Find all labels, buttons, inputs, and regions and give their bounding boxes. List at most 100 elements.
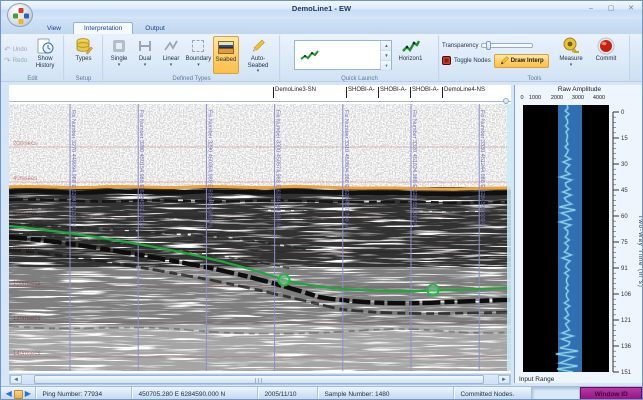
ribbon-button-single[interactable]: Single▾ [106,36,132,74]
draw-interp-button[interactable]: Draw Interp [494,54,549,68]
svg-text:Fix Number 3310 450804.988 E: Fix Number 3310 450804.988 E 6284590.700… [343,110,349,227]
ribbon-button-linear[interactable]: Linear▾ [158,36,184,74]
ribbon-button-auto-seabed[interactable]: Auto-Seabed▾ [239,36,277,74]
marker-tick [346,87,347,98]
title-bar: DemoLine1 - EW – ▢ ✕ [1,1,642,19]
svg-text:Fix Number 3270 449994.988 E: Fix Number 3270 449994.988 E 6284591.300… [70,110,76,227]
ribbon-group-edit: ↶ Undo ↷ Redo Show History Edit [2,35,64,81]
redo-button[interactable]: ↷ Redo [4,57,27,65]
scroll-right-icon[interactable]: ► [498,375,510,384]
ribbon-button-seabed[interactable]: Seabed [213,36,239,74]
crossing-line-marker[interactable]: DemoLine3-SN [273,87,316,98]
tab-view[interactable]: View [37,23,71,34]
scroll-left-icon[interactable]: ◄ [10,375,22,384]
measure-tape-icon [562,37,580,55]
status-empty-field [531,387,580,400]
show-history-button[interactable]: Show History [29,36,61,74]
marker-label: DemoLine4-NS [444,87,485,94]
gallery-up-icon[interactable]: ▲ [381,41,391,51]
main-area: DemoLine3-SNSHOBI-A-SHOBI-A-SHOBI-A-Demo… [1,82,642,386]
toggle-nodes-button[interactable]: Toggle Nodes [454,58,491,64]
types-button[interactable]: Types [71,36,97,74]
seismic-profile-panel: DemoLine3-SNSHOBI-A-SHOBI-A-SHOBI-A-Demo… [9,85,511,373]
linear-dropdown-icon[interactable]: ▾ [170,63,173,67]
toggle-nodes-icon [442,56,451,65]
tab-output[interactable]: Output [135,23,175,34]
window-title: DemoLine1 - EW [1,4,642,13]
dual-dropdown-icon[interactable]: ▾ [144,63,147,67]
tab-interpretation[interactable]: Interpretation [73,22,133,34]
window-id-button[interactable]: Window ID [580,387,642,400]
app-window: DemoLine1 - EW – ▢ ✕ ViewInterpretationO… [0,0,643,400]
svg-text:136: 136 [621,344,632,350]
raw-amplitude-panel: Raw Amplitude 01000200030004000 01530456… [514,85,643,383]
types-database-icon [75,37,93,55]
svg-text:Fix Number 3330 451244.988 E: Fix Number 3330 451244.988 E 6284590.000… [479,110,485,227]
status-field: 2005/11/10 [257,387,317,400]
horizon1-button[interactable]: Horizon1 [396,36,424,74]
boundary-dropdown-icon[interactable]: ▾ [197,63,200,67]
gallery-more-icon[interactable]: ▾ [381,61,391,71]
amplitude-title: Raw Amplitude [515,86,643,93]
maximize-button[interactable]: ▢ [604,4,618,14]
interp-node[interactable] [428,285,439,296]
status-field: 450705.280 E 6284590.000 N [131,387,257,400]
interp-node[interactable] [279,275,290,286]
svg-text:15: 15 [621,136,628,142]
marker-label: SHOBI-A- [348,87,375,94]
minimize-button[interactable]: – [584,4,598,14]
measure-dropdown-icon[interactable]: ▾ [570,63,573,67]
amplitude-tick: 0 [520,95,523,101]
svg-text:Fix Number 3280 450154.988 E: Fix Number 3280 450154.988 E 6284591.100… [138,110,144,227]
commit-button[interactable]: Commit [589,36,623,74]
ribbon-group-tools: Transparency Toggle Nodes Draw Interp [440,35,630,81]
transparency-slider[interactable] [481,43,533,48]
marker-tick [273,87,274,98]
svg-text:151: 151 [621,370,632,376]
single-dropdown-icon[interactable]: ▾ [118,63,121,67]
horizon-gallery[interactable]: ▲ ▼ ▾ [294,40,392,70]
amplitude-tick: 3000 [572,95,584,101]
ribbon-group-setup: Types Setup [65,35,103,81]
scrollbar-thumb[interactable] [34,375,484,384]
measure-button[interactable]: Measure ▾ [553,36,589,74]
auto-seabed-icon [250,37,266,55]
seismic-plot[interactable]: 20msecs40msecs60msecs80msecs100msecs120m… [9,104,511,371]
auto-seabed-dropdown-icon[interactable]: ▾ [257,69,260,73]
amplitude-tick: 2000 [551,95,563,101]
svg-text:75: 75 [621,240,628,246]
svg-text:Fix Number 3320 451024.988 E: Fix Number 3320 451024.988 E 6284590.000… [411,110,417,227]
ribbon-tab-bar: ViewInterpretationOutput [1,19,642,34]
svg-text:30: 30 [621,162,628,168]
vertical-scroll-strip[interactable] [507,104,511,371]
ping-navigation[interactable]: ◀ ▶ [1,387,35,400]
crossing-line-marker[interactable]: DemoLine4-NS [442,87,485,98]
single-icon [113,37,125,55]
transparency-slider-thumb[interactable] [486,41,491,50]
gallery-scroll[interactable]: ▲ ▼ ▾ [380,41,391,69]
ribbon-button-boundary[interactable]: Boundary▾ [184,36,213,74]
ribbon-button-dual[interactable]: Dual▾ [132,36,158,74]
ribbon-group-quick-launch: ▲ ▼ ▾ Horizon1 Quick Launch [281,35,439,81]
close-button[interactable]: ✕ [624,4,638,14]
application-menu-button[interactable] [7,3,33,27]
time-axis-label: Two-Way Time (m s) [637,215,643,288]
amplitude-trace-box[interactable] [523,105,609,372]
amplitude-tick: 4000 [593,95,605,101]
prev-ping-icon[interactable]: ◀ [6,389,12,399]
gallery-down-icon[interactable]: ▼ [381,51,391,61]
crossing-line-marker[interactable]: SHOBI-A- [378,87,407,98]
marker-label: SHOBI-A- [380,87,407,94]
crossing-line-marker[interactable]: SHOBI-A- [410,87,439,98]
horizontal-scrollbar[interactable]: ◄ ► [9,374,511,385]
ping-grid-icon[interactable] [14,390,23,399]
svg-text:121: 121 [621,318,632,324]
ribbon-group-defined-types: Single▾Dual▾Linear▾Boundary▾SeabedAuto-S… [104,35,280,81]
dual-icon [137,37,153,55]
next-ping-icon[interactable]: ▶ [25,389,31,399]
redo-icon: ↷ [4,57,11,65]
crossing-line-marker[interactable]: SHOBI-A- [346,87,375,98]
undo-button[interactable]: ↶ Undo [4,46,27,54]
horizon-gallery-item[interactable] [295,41,380,69]
marker-label: DemoLine3-SN [275,87,316,94]
